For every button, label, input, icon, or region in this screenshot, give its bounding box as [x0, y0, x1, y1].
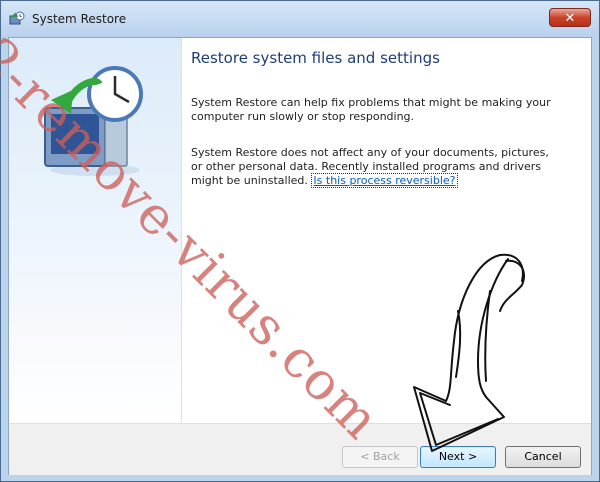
description-paragraph: System Restore can help fix problems tha… — [191, 96, 551, 123]
cancel-button[interactable]: Cancel — [505, 446, 581, 468]
window-title: System Restore — [32, 12, 127, 26]
button-bar: < Back Next > Cancel — [9, 423, 591, 475]
close-button[interactable]: ✕ — [549, 8, 591, 27]
system-restore-icon — [9, 11, 25, 25]
back-button[interactable]: < Back — [342, 446, 418, 468]
side-pane — [9, 38, 182, 423]
page-title: Restore system files and settings — [191, 49, 440, 67]
disclaimer-paragraph: System Restore does not affect any of yo… — [191, 146, 551, 188]
close-icon: ✕ — [564, 11, 576, 26]
system-restore-window: System Restore ✕ Restore system files an… — [0, 0, 600, 482]
title-bar[interactable]: System Restore ✕ — [1, 1, 599, 37]
system-restore-illustration — [44, 66, 143, 176]
dialog-body: Restore system files and settings System… — [8, 37, 592, 475]
next-button[interactable]: Next > — [420, 446, 496, 468]
reversible-help-link[interactable]: Is this process reversible? — [311, 173, 458, 188]
